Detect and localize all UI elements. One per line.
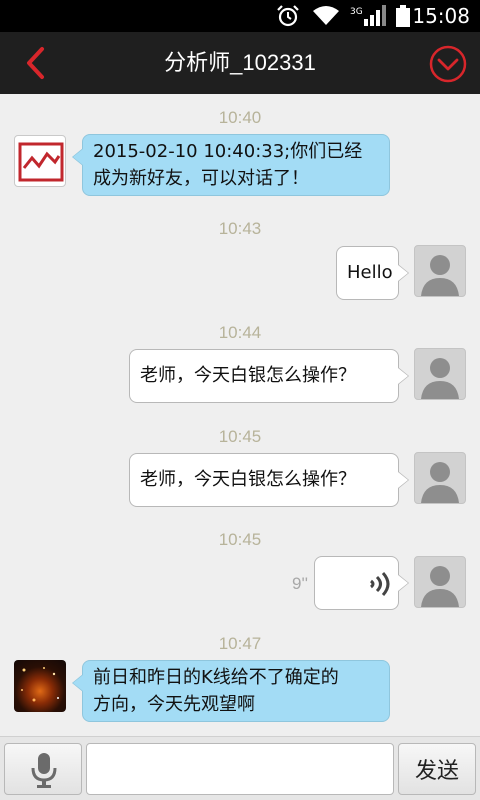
- message-timestamp: 10:40: [218, 108, 262, 127]
- dropdown-menu-icon[interactable]: [428, 44, 468, 84]
- send-button[interactable]: 发送: [398, 743, 476, 795]
- default-user-avatar[interactable]: [414, 556, 466, 608]
- message-text-line: Hello: [347, 262, 393, 283]
- voice-message-bubble[interactable]: [314, 556, 409, 610]
- input-bar: 发送: [0, 736, 480, 800]
- message-timestamp: 10:47: [218, 634, 262, 653]
- message-bubble-outgoing[interactable]: Hello: [336, 246, 409, 300]
- message-timestamp: 10:44: [218, 323, 262, 342]
- status-bar: 3G 15:08: [0, 0, 480, 32]
- network-label: 3G: [350, 7, 363, 17]
- message-text-line: 成为新好友，可以对话了！: [93, 168, 309, 189]
- message-bubble-outgoing[interactable]: 老师，今天白银怎么操作？: [129, 453, 409, 507]
- battery-icon: [396, 5, 410, 27]
- user-silhouette-icon: [421, 566, 459, 607]
- chat-header: 分析师_102331: [0, 32, 480, 94]
- message-timestamp: 10:43: [218, 219, 262, 238]
- message-bubble-outgoing[interactable]: 老师，今天白银怎么操作？: [129, 349, 409, 403]
- alarm-icon: [277, 5, 299, 27]
- default-user-avatar[interactable]: [414, 348, 466, 400]
- voice-duration: 9'': [292, 574, 308, 593]
- message-bubble-incoming[interactable]: 2015-02-10 10:40:33;你们已经 成为新好友，可以对话了！: [72, 134, 390, 196]
- clock: 15:08: [412, 4, 470, 28]
- microphone-icon: [31, 753, 57, 788]
- signal-icon: 3G: [350, 5, 386, 26]
- page-title: 分析师_102331: [164, 50, 316, 75]
- chart-logo-icon: [18, 142, 64, 182]
- message-input[interactable]: [86, 743, 394, 795]
- user-silhouette-icon: [421, 358, 459, 399]
- default-user-avatar[interactable]: [414, 452, 466, 504]
- message-text-line: 老师，今天白银怎么操作？: [140, 365, 356, 386]
- chart-logo-avatar[interactable]: [14, 135, 66, 187]
- message-text-line: 老师，今天白银怎么操作？: [140, 469, 356, 490]
- message-list[interactable]: 10:40 2015-02-10 10:40:33;你们已经 成为新好友，可以对…: [0, 94, 480, 736]
- galaxy-image: [21, 667, 59, 702]
- voice-input-button[interactable]: [4, 743, 82, 795]
- wifi-icon: [313, 6, 339, 25]
- message-timestamp: 10:45: [218, 530, 262, 549]
- default-user-avatar[interactable]: [414, 245, 466, 297]
- message-text-line: 方向，今天先观望啊: [93, 694, 255, 715]
- message-text-line: 前日和昨日的K线给不了确定的: [93, 667, 339, 688]
- voice-wave-icon: [370, 571, 390, 597]
- message-text-line: 2015-02-10 10:40:33;你们已经: [93, 141, 363, 162]
- user-silhouette-icon: [421, 255, 459, 296]
- message-bubble-incoming[interactable]: 前日和昨日的K线给不了确定的 方向，今天先观望啊: [72, 660, 390, 722]
- user-silhouette-icon: [421, 462, 459, 503]
- message-timestamp: 10:45: [218, 427, 262, 446]
- galaxy-photo-avatar[interactable]: [14, 660, 66, 712]
